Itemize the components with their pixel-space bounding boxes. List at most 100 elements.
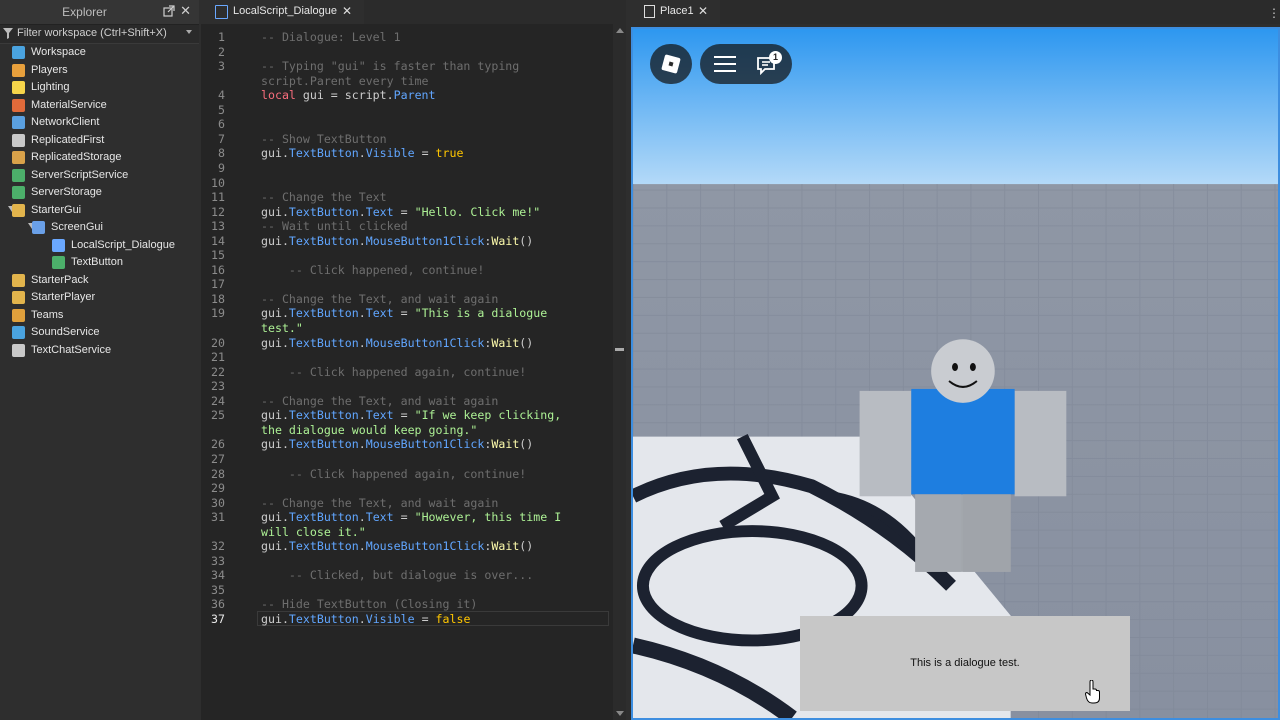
code-line[interactable]: -- Change the Text, and wait again — [261, 394, 498, 408]
explorer-item-label: MaterialService — [31, 98, 107, 111]
code-line[interactable]: gui.TextButton.MouseButton1Click:Wait() — [261, 336, 533, 350]
chat-icon[interactable]: 1 — [757, 51, 782, 76]
explorer-item-serverstorage[interactable]: ServerStorage — [0, 184, 199, 202]
code-line[interactable]: gui.TextButton.Text = "However, this tim… — [261, 510, 561, 524]
editor-body[interactable]: 1 2 3 4 5 6 7 8 9 10 11 12 13 14 15 16 17 18 19 20 21 22 23 24 2… — [201, 24, 626, 720]
line-number: 28 — [211, 466, 225, 481]
code-line[interactable]: gui.TextButton.Text = "Hello. Click me!" — [261, 205, 540, 219]
chat-icon — [12, 343, 25, 357]
code-token: . — [358, 233, 366, 248]
code-line[interactable]: -- Click happened again, continue! — [261, 365, 526, 379]
code-line[interactable]: -- Change the Text, and wait again — [261, 496, 498, 510]
line-number: 25 — [211, 408, 225, 423]
more-icon[interactable]: ⋮ — [1268, 6, 1280, 20]
script-editor: LocalScript_Dialogue ✕ 1 2 3 4 5 6 7 8 9 10 11 12 13… — [201, 0, 626, 720]
line-number: 8 — [218, 146, 225, 161]
explorer-item-screengui[interactable]: ScreenGui — [0, 219, 199, 237]
line-number: 7 — [218, 131, 225, 146]
chevron-down-icon[interactable] — [186, 30, 192, 34]
top-bar-pill: 1 — [700, 44, 792, 84]
close-icon[interactable]: ✕ — [342, 4, 352, 18]
explorer-item-materialservice[interactable]: MaterialService — [0, 97, 199, 115]
explorer-item-label: StarterGui — [31, 203, 82, 216]
code-token: gui. — [261, 146, 289, 161]
dialogue-text-button[interactable]: This is a dialogue test. — [800, 616, 1130, 711]
code-token: TextButton — [288, 539, 359, 554]
lightbulb-icon — [12, 81, 25, 94]
code-line[interactable]: -- Change the Text — [261, 190, 387, 204]
explorer-item-workspace[interactable]: Workspace — [0, 44, 199, 62]
explorer-item-replicatedstorage[interactable]: ReplicatedStorage — [0, 149, 199, 167]
code-line[interactable]: the dialogue would keep going." — [261, 423, 477, 437]
code-line[interactable]: gui.TextButton.Visible = true — [261, 146, 463, 160]
code-line[interactable]: test." — [261, 321, 303, 335]
code-line[interactable]: -- Show TextButton — [261, 132, 387, 146]
scroll-up-icon[interactable] — [616, 28, 624, 33]
hamburger-menu-icon[interactable] — [714, 56, 736, 72]
code-token: . — [358, 510, 366, 525]
code-token: gui. — [261, 437, 289, 452]
code-line[interactable]: gui.TextButton.MouseButton1Click:Wait() — [261, 234, 533, 248]
close-icon[interactable]: ✕ — [698, 4, 708, 18]
editor-scrollbar[interactable] — [613, 24, 626, 720]
code-token: gui. — [261, 306, 289, 321]
roblox-menu-button[interactable] — [650, 44, 692, 84]
code-line[interactable]: -- Dialogue: Level 1 — [261, 30, 401, 44]
code-line[interactable]: will close it." — [261, 525, 366, 539]
scroll-thumb[interactable] — [615, 348, 624, 351]
line-number: 22 — [211, 364, 225, 379]
explorer-item-teams[interactable]: Teams — [0, 307, 199, 325]
explorer-item-soundservice[interactable]: SoundService — [0, 324, 199, 342]
explorer-item-textchatservice[interactable]: TextChatService — [0, 342, 199, 360]
code-token: . — [358, 408, 366, 423]
explorer-item-localscript-dialogue[interactable]: LocalScript_Dialogue — [0, 237, 199, 255]
code-line[interactable]: gui.TextButton.MouseButton1Click:Wait() — [261, 539, 533, 553]
popout-icon[interactable] — [163, 5, 175, 17]
explorer-item-lighting[interactable]: Lighting — [0, 79, 199, 97]
code-line[interactable]: gui.TextButton.Visible = false — [261, 612, 470, 626]
code-line[interactable]: -- Click happened, continue! — [261, 263, 484, 277]
folder-icon — [12, 203, 25, 217]
explorer-item-startergui[interactable]: StarterGui — [0, 202, 199, 220]
replicated-first-icon — [12, 133, 25, 147]
explorer-item-networkclient[interactable]: NetworkClient — [0, 114, 199, 132]
explorer-item-label: ServerScriptService — [31, 168, 129, 181]
hand-cursor-icon — [1085, 680, 1100, 704]
tab-localscript-dialogue[interactable]: LocalScript_Dialogue ✕ — [201, 0, 364, 24]
explorer-item-label: NetworkClient — [31, 116, 100, 128]
explorer-item-label: ServerStorage — [31, 186, 102, 198]
code-line[interactable]: script.Parent every time — [261, 74, 429, 88]
code-line[interactable]: -- Change the Text, and wait again — [261, 292, 498, 306]
code-token: . — [358, 204, 366, 219]
filter-bar[interactable]: Filter workspace (Ctrl+Shift+X) — [0, 25, 199, 44]
explorer-item-starterpack[interactable]: StarterPack — [0, 272, 199, 290]
code-line[interactable]: local gui = script.Parent — [261, 88, 436, 102]
code-token: -- Change the Text, and wait again — [261, 495, 499, 510]
filter-input[interactable]: Filter workspace (Ctrl+Shift+X) — [17, 27, 167, 39]
code-line[interactable]: gui.TextButton.Text = "If we keep clicki… — [261, 408, 561, 422]
explorer-item-serverscriptservice[interactable]: ServerScriptService — [0, 167, 199, 185]
line-number: 1 — [218, 30, 225, 44]
code-line[interactable]: -- Click happened again, continue! — [261, 467, 526, 481]
code-line[interactable]: -- Hide TextButton (Closing it) — [261, 597, 477, 611]
explorer-header: Explorer ✕ — [0, 0, 199, 25]
code-line[interactable]: gui.TextButton.MouseButton1Click:Wait() — [261, 437, 533, 451]
explorer-item-players[interactable]: Players — [0, 62, 199, 80]
scroll-down-icon[interactable] — [616, 711, 624, 716]
code-area[interactable]: -- Dialogue: Level 1 -- Typing "gui" is f… — [257, 24, 609, 720]
explorer-item-textbutton[interactable]: TextButton — [0, 254, 199, 272]
explorer-tree: Workspace Players Lighting MaterialService N… — [0, 44, 199, 359]
tab-place1[interactable]: Place1 ✕ — [628, 0, 720, 24]
line-number: 19 — [211, 306, 225, 321]
code-line[interactable]: -- Wait until clicked — [261, 219, 408, 233]
explorer-item-starterplayer[interactable]: StarterPlayer — [0, 289, 199, 307]
code-token: MouseButton1Click — [365, 539, 485, 554]
game-viewport[interactable]: 1 This is a dialogue test. — [631, 27, 1280, 720]
explorer-item-replicatedfirst[interactable]: ReplicatedFirst — [0, 132, 199, 150]
close-icon[interactable]: ✕ — [180, 4, 191, 18]
code-token: Parent — [393, 88, 436, 103]
code-line[interactable]: -- Typing "gui" is faster than typing — [261, 59, 519, 73]
code-line[interactable]: gui.TextButton.Text = "This is a dialogu… — [261, 306, 547, 320]
code-line[interactable]: -- Clicked, but dialogue is over... — [261, 568, 533, 582]
